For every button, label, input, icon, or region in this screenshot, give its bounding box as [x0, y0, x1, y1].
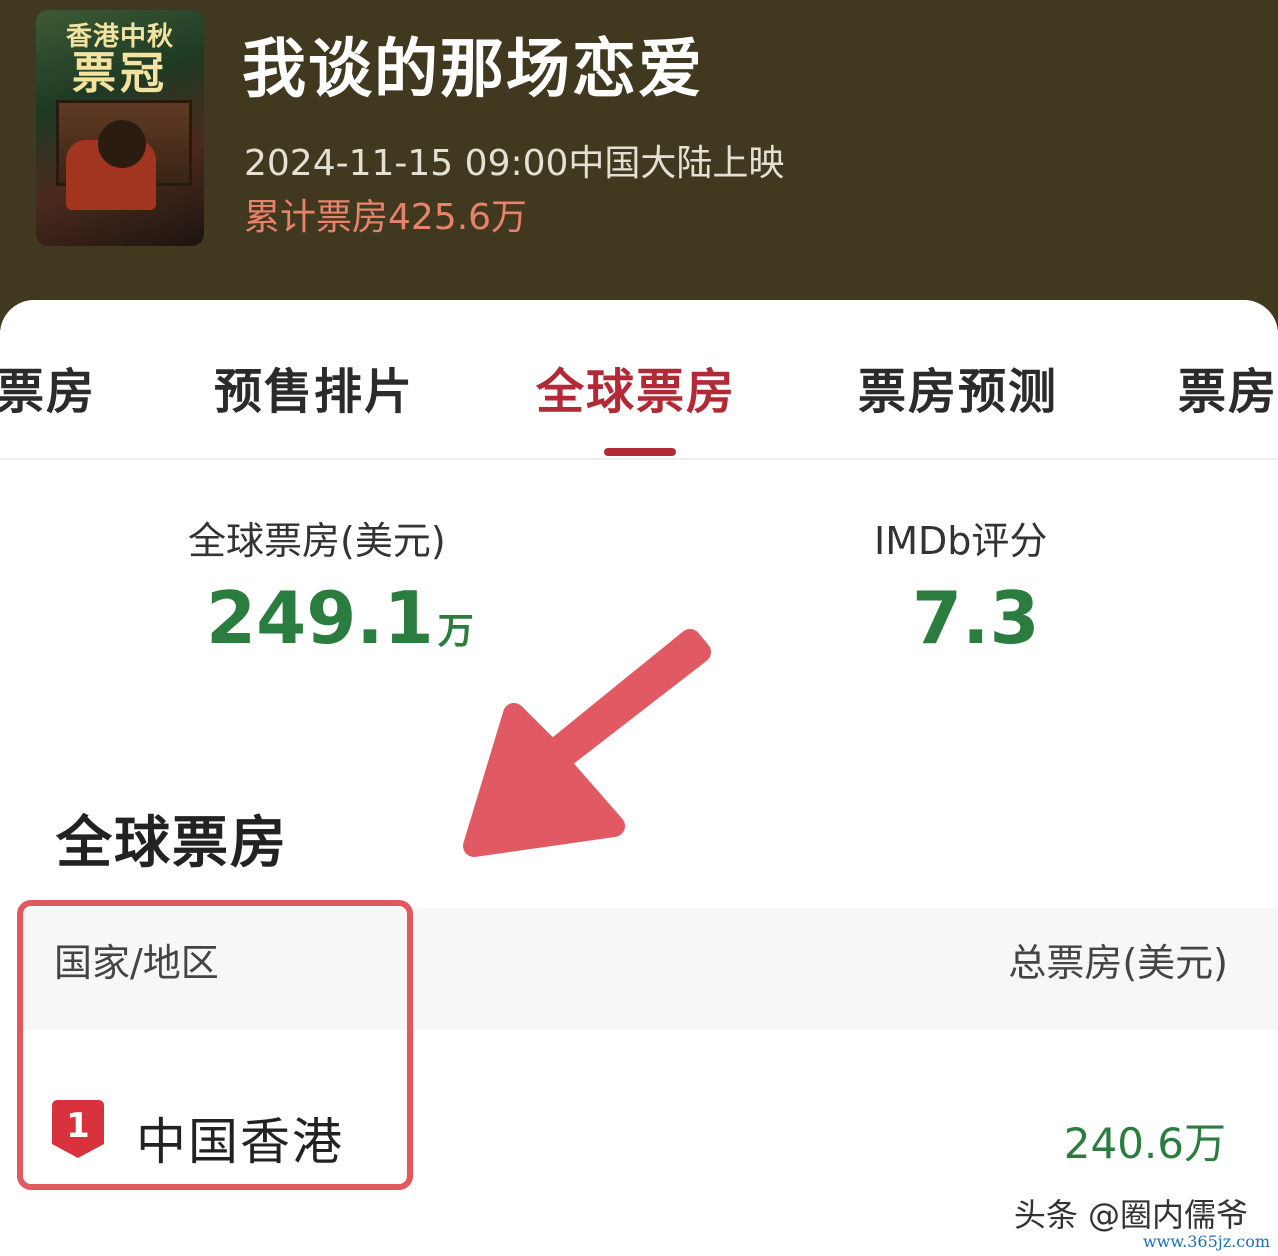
column-header-total: 总票房(美元) [1008, 941, 1228, 985]
watermark: 头条 @圈内儒爷 [1013, 1196, 1248, 1234]
movie-poster[interactable]: 香港中秋 票冠 [36, 10, 204, 246]
global-box-office-value: 249.1 万 [206, 576, 474, 660]
region-box-office: 240.6万 [1063, 1119, 1226, 1168]
poster-badge-line2: 票冠 [72, 48, 168, 100]
highlight-rectangle [17, 900, 413, 1190]
imdb-rating-value: 7.3 [912, 576, 1040, 660]
tab-forecast[interactable]: 票房预测 [858, 352, 1058, 422]
section-title: 全球票房 [56, 811, 288, 876]
global-box-office-label: 全球票房(美元) [188, 519, 446, 563]
release-info: 2024-11-15 09:00中国大陆上映 [244, 143, 785, 184]
global-box-office-number: 249.1 [206, 576, 434, 660]
imdb-rating-label: IMDb评分 [874, 519, 1048, 563]
tab-box-office-more[interactable]: 票房 [1178, 352, 1278, 422]
tab-box-office[interactable]: 票房 [0, 352, 96, 422]
movie-header: 香港中秋 票冠 我谈的那场恋爱 2024-11-15 09:00中国大陆上映 累… [0, 0, 1278, 330]
poster-figure [98, 120, 146, 168]
active-tab-indicator [604, 448, 676, 456]
tab-global-box-office[interactable]: 全球票房 [536, 352, 736, 422]
tab-presale[interactable]: 预售排片 [214, 352, 414, 422]
watermark-url: www.365jz.com [1142, 1232, 1270, 1251]
poster-badge: 香港中秋 票冠 [36, 22, 204, 100]
poster-badge-line1: 香港中秋 [65, 22, 174, 52]
cumulative-box-office: 累计票房425.6万 [244, 197, 528, 238]
movie-title: 我谈的那场恋爱 [242, 33, 704, 107]
imdb-rating-number: 7.3 [912, 576, 1040, 660]
tab-bar: 票房 预售排片 全球票房 票房预测 票房 [0, 300, 1278, 460]
global-box-office-unit: 万 [437, 611, 474, 652]
